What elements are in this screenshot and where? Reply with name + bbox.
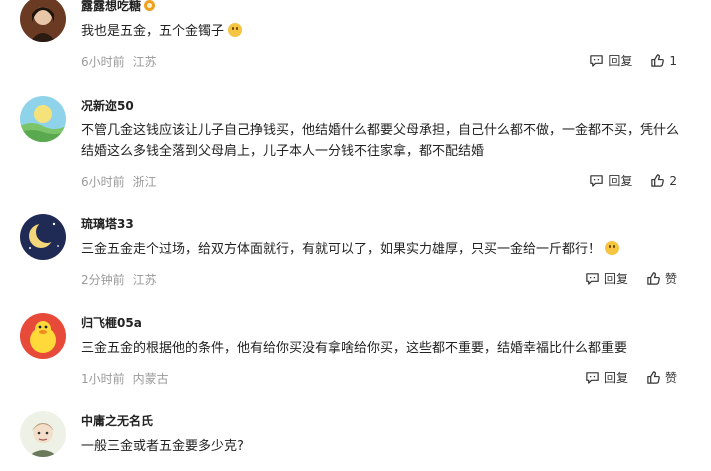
like-button[interactable]: 1 (650, 53, 677, 68)
like-button[interactable]: 赞 (646, 270, 677, 287)
comment-actions: 回复 2 (589, 172, 677, 189)
username[interactable]: 露露想吃糖 (81, 0, 156, 14)
comment-text: 不管几金这钱应该让儿子自己挣钱买，他结婚什么都要父母承担，自己什么都不做，一金都… (81, 120, 681, 162)
comment-text: 我也是五金，五个金镯子 (81, 21, 681, 42)
reply-label: 回复 (603, 272, 628, 286)
comment-body: 不管几金这钱应该让儿子自己挣钱买，他结婚什么都要父母承担，自己什么都不做，一金都… (81, 123, 680, 159)
location: 江苏 (132, 273, 157, 287)
comment-meta: 6小时前 浙江 (81, 173, 157, 190)
smile-emoji-icon (605, 241, 620, 255)
comment-list: 露露想吃糖 我也是五金，五个金镯子 6小时前 江苏 回复 1 况新迩50 不管几… (0, 0, 711, 471)
reply-label: 回复 (608, 54, 633, 68)
comment-meta: 6小时前 江苏 (81, 53, 157, 70)
smile-emoji-icon (228, 23, 243, 37)
thumbs-up-icon (651, 54, 665, 67)
comment-text: 三金五金的根据他的条件，他有给你买没有拿啥给你买，这些都不重要，结婚幸福比什么都… (81, 338, 681, 359)
location: 浙江 (132, 175, 157, 189)
username[interactable]: 中庸之无名氏 (81, 413, 153, 429)
thumbs-up-icon (651, 174, 665, 187)
timestamp: 1小时前 (81, 372, 125, 386)
username-text[interactable]: 露露想吃糖 (81, 0, 141, 13)
comment-actions: 回复 1 (589, 52, 677, 69)
comment-icon (590, 55, 604, 67)
username[interactable]: 琉璃塔33 (81, 216, 134, 232)
thumbs-up-icon (647, 371, 660, 384)
comment-body: 三金五金的根据他的条件，他有给你买没有拿啥给你买，这些都不重要，结婚幸福比什么都… (81, 341, 628, 356)
avatar[interactable] (20, 214, 66, 260)
avatar[interactable] (20, 411, 66, 457)
reply-label: 回复 (608, 174, 633, 188)
like-label: 赞 (664, 371, 677, 385)
like-button[interactable]: 赞 (646, 369, 677, 386)
like-button[interactable]: 2 (650, 173, 677, 188)
comment-icon (586, 273, 599, 285)
username[interactable]: 归飞榧05a (81, 315, 142, 331)
comment-meta: 1小时前 内蒙古 (81, 370, 169, 387)
comment-actions: 回复 赞 (585, 270, 677, 287)
comment-icon (586, 372, 599, 384)
username[interactable]: 况新迩50 (81, 98, 134, 114)
timestamp: 2分钟前 (81, 273, 125, 287)
avatar[interactable] (20, 96, 66, 142)
timestamp: 6小时前 (81, 175, 125, 189)
like-count: 1 (669, 53, 677, 68)
comment-icon (590, 175, 604, 187)
like-count: 2 (669, 173, 677, 188)
like-label: 赞 (664, 272, 677, 286)
thumbs-up-icon (647, 272, 660, 285)
comment-actions: 回复 赞 (585, 369, 677, 386)
avatar[interactable] (20, 0, 66, 42)
comment-body: 三金五金走个过场，给双方体面就行，有就可以了，如果实力雄厚，只买一金给一斤都行！ (81, 242, 602, 257)
comment-meta: 2分钟前 江苏 (81, 271, 157, 288)
reply-label: 回复 (603, 371, 628, 385)
reply-button[interactable]: 回复 (585, 270, 628, 287)
username-text[interactable]: 归飞榧05a (81, 316, 142, 330)
reply-button[interactable]: 回复 (589, 172, 632, 189)
avatar[interactable] (20, 313, 66, 359)
timestamp: 6小时前 (81, 55, 125, 69)
comment-body: 一般三金或者五金要多少克? (81, 439, 244, 454)
location: 江苏 (132, 55, 157, 69)
location: 内蒙古 (132, 372, 169, 386)
username-text[interactable]: 况新迩50 (81, 99, 134, 113)
username-text[interactable]: 琉璃塔33 (81, 217, 134, 231)
comment-text: 三金五金走个过场，给双方体面就行，有就可以了，如果实力雄厚，只买一金给一斤都行！ (81, 239, 681, 260)
badge-icon (144, 0, 156, 11)
comment-text: 一般三金或者五金要多少克? (81, 436, 681, 457)
reply-button[interactable]: 回复 (585, 369, 628, 386)
reply-button[interactable]: 回复 (589, 52, 632, 69)
username-text[interactable]: 中庸之无名氏 (81, 414, 153, 428)
comment-body: 我也是五金，五个金镯子 (81, 24, 225, 39)
